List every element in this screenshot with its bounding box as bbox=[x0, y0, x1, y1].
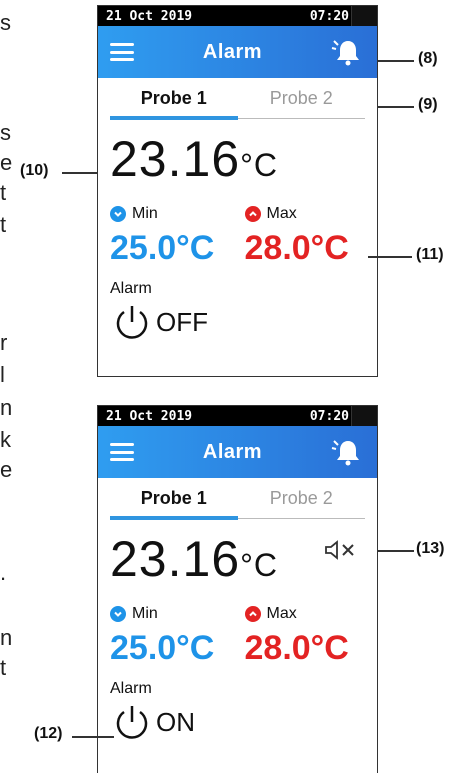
callout-8: (8) bbox=[418, 50, 438, 67]
edge-text-8: n bbox=[0, 395, 13, 420]
alarm-label: Alarm bbox=[110, 680, 152, 697]
min-label: Min bbox=[132, 205, 158, 222]
chevron-up-icon bbox=[244, 606, 261, 622]
header-title: Alarm bbox=[202, 440, 263, 463]
power-icon bbox=[116, 706, 148, 739]
edge-text-11: . bbox=[0, 560, 7, 585]
max-limit[interactable]: Max 28.0°C bbox=[231, 603, 366, 668]
alarm-bell-icon[interactable] bbox=[331, 435, 365, 469]
alarm-label: Alarm bbox=[110, 280, 152, 297]
alarm-toggle[interactable]: ON bbox=[112, 702, 377, 742]
power-icon bbox=[116, 306, 148, 339]
temperature-unit: °C bbox=[240, 547, 279, 583]
max-value: 28.0°C bbox=[244, 229, 349, 267]
callout-line-13 bbox=[378, 550, 414, 552]
status-date: 21 Oct 2019 bbox=[106, 8, 193, 24]
edge-text-10: e bbox=[0, 457, 13, 482]
tab-probe-1[interactable]: Probe 1 bbox=[110, 478, 238, 518]
chevron-down-icon bbox=[110, 606, 126, 622]
min-value: 25.0°C bbox=[110, 229, 215, 267]
status-time: 07:20 bbox=[309, 8, 349, 24]
alarm-state: ON bbox=[156, 706, 195, 737]
probe-tabs: Probe 1 Probe 2 bbox=[110, 78, 365, 119]
callout-13: (13) bbox=[416, 540, 445, 557]
callout-line-9 bbox=[378, 106, 414, 108]
temperature-value: 23.16 bbox=[110, 531, 241, 587]
edge-text-9: k bbox=[0, 427, 11, 452]
hamburger-menu-icon[interactable] bbox=[110, 43, 134, 61]
tab-probe-2[interactable]: Probe 2 bbox=[238, 478, 366, 518]
alarm-toggle[interactable]: OFF bbox=[112, 302, 377, 342]
callout-line-8 bbox=[378, 60, 414, 62]
callout-12: (12) bbox=[34, 725, 63, 742]
max-limit[interactable]: Max 28.0°C bbox=[231, 203, 366, 268]
limit-settings: Min 25.0°C Max 28.0°C bbox=[110, 603, 365, 668]
status-indicator bbox=[351, 6, 377, 26]
temperature-value: 23.16 bbox=[110, 131, 241, 187]
edge-text-1: s bbox=[0, 10, 11, 35]
status-time: 07:20 bbox=[309, 408, 349, 424]
alarm-state: OFF bbox=[156, 306, 208, 337]
limit-settings: Min 25.0°C Max 28.0°C bbox=[110, 203, 365, 268]
tab-probe-2[interactable]: Probe 2 bbox=[238, 78, 366, 118]
speaker-muted-icon[interactable] bbox=[323, 538, 359, 562]
max-label: Max bbox=[266, 205, 297, 222]
hamburger-menu-icon[interactable] bbox=[110, 443, 134, 461]
max-value: 28.0°C bbox=[244, 629, 349, 667]
edge-text-4: t bbox=[0, 180, 7, 205]
tab-probe-1[interactable]: Probe 1 bbox=[110, 78, 238, 118]
min-limit[interactable]: Min 25.0°C bbox=[110, 203, 231, 268]
app-header: Alarm bbox=[98, 426, 377, 478]
header-title: Alarm bbox=[202, 40, 263, 63]
edge-text-2: s bbox=[0, 120, 11, 145]
status-indicator bbox=[351, 406, 377, 426]
status-bar: 21 Oct 2019 07:20 bbox=[98, 406, 377, 426]
status-date: 21 Oct 2019 bbox=[106, 408, 193, 424]
alarm-bell-icon[interactable] bbox=[331, 35, 365, 69]
edge-text-5: t bbox=[0, 212, 7, 237]
edge-text-6: r bbox=[0, 330, 8, 355]
device-screen-2: 21 Oct 2019 07:20 Alarm Probe 1 Probe 2 … bbox=[97, 405, 378, 773]
chevron-up-icon bbox=[244, 206, 261, 222]
max-label: Max bbox=[266, 605, 297, 622]
status-bar: 21 Oct 2019 07:20 bbox=[98, 6, 377, 26]
probe-tabs: Probe 1 Probe 2 bbox=[110, 478, 365, 519]
edge-text-13: t bbox=[0, 655, 7, 680]
chevron-down-icon bbox=[110, 206, 126, 222]
edge-text-12: n bbox=[0, 625, 13, 650]
callout-9: (9) bbox=[418, 96, 438, 113]
callout-10: (10) bbox=[20, 162, 49, 179]
callout-11: (11) bbox=[416, 246, 444, 263]
min-value: 25.0°C bbox=[110, 629, 215, 667]
callout-line-12 bbox=[72, 736, 114, 738]
temperature-readout: 23.16°C bbox=[110, 129, 377, 195]
callout-line-10 bbox=[62, 172, 98, 174]
device-screen-1: 21 Oct 2019 07:20 Alarm Probe 1 Probe 2 … bbox=[97, 5, 378, 377]
min-label: Min bbox=[132, 605, 158, 622]
callout-line-11 bbox=[368, 256, 412, 258]
temperature-unit: °C bbox=[240, 147, 279, 183]
app-header: Alarm bbox=[98, 26, 377, 78]
min-limit[interactable]: Min 25.0°C bbox=[110, 603, 231, 668]
edge-text-7: l bbox=[0, 362, 5, 387]
